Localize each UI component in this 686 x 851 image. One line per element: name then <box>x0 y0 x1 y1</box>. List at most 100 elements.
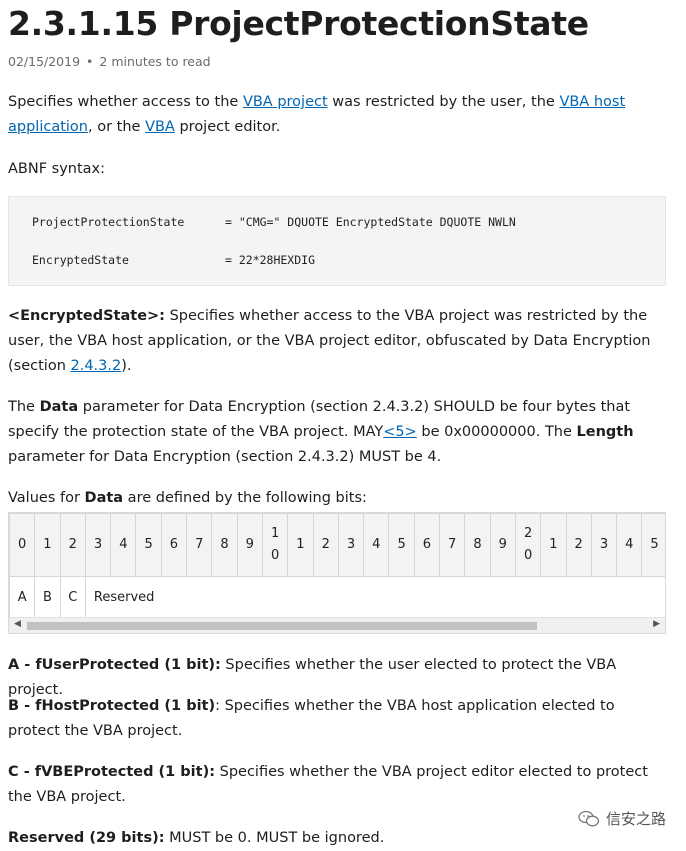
values-label: Values for Data are defined by the follo… <box>8 486 668 511</box>
definition-text: MUST be 0. MUST be ignored. <box>164 830 385 846</box>
page-title: 2.3.1.15 ProjectProtectionState <box>8 4 589 43</box>
scroll-left-arrow-icon[interactable]: ◀ <box>14 619 21 629</box>
bit-header-cell: 5 <box>641 513 665 577</box>
data-parameter-paragraph: The Data parameter for Data Encryption (… <box>8 395 668 470</box>
link-section-2-4-3-2[interactable]: 2.4.3.2 <box>71 358 122 374</box>
definition-term: B - fHostProtected (1 bit) <box>8 698 216 714</box>
article-date: 02/15/2019 <box>8 54 81 69</box>
meta-separator: • <box>86 54 94 69</box>
bit-header-cell: 1 <box>540 513 567 577</box>
values-label-text: are defined by the following bits: <box>123 490 367 506</box>
definition-term: A - fUserProtected (1 bit): <box>8 657 221 673</box>
scroll-right-arrow-icon[interactable]: ▶ <box>653 619 660 629</box>
bit-header-cell: 4 <box>616 513 643 577</box>
bit-number: 2 <box>68 537 77 552</box>
bit-header-cell: 1 <box>287 513 314 577</box>
bit-header-cell: 1 <box>34 513 61 577</box>
scrollbar-thumb[interactable] <box>27 622 537 630</box>
intro-text: , or the <box>87 119 146 135</box>
bit-number: 9 <box>245 537 254 552</box>
bit-header-cell: 3 <box>84 513 112 577</box>
bit-number: 9 <box>498 537 507 552</box>
bit-number: 2 <box>321 537 330 552</box>
code-line-2-name: EncryptedState <box>32 253 129 267</box>
bit-number: 2 <box>523 526 533 541</box>
bit-header-cell: 20 <box>514 513 542 577</box>
length-term: Length <box>576 424 634 440</box>
bit-header-cell: 0 <box>9 513 36 577</box>
intro-text: was restricted by the user, the <box>327 94 560 110</box>
bit-header-cell: 5 <box>135 513 162 577</box>
watermark: 信安之路 <box>578 808 666 829</box>
bit-number: 3 <box>346 537 356 552</box>
bit-number: 1 <box>43 537 52 552</box>
bit-header-cell: 4 <box>363 513 390 577</box>
bit-header-cell: 8 <box>211 513 238 577</box>
bit-header-cell: 6 <box>160 513 188 577</box>
definition-b: B - fHostProtected (1 bit): Specifies wh… <box>8 694 668 744</box>
definition-term: C - fVBEProtected (1 bit): <box>8 764 216 780</box>
bit-number: 6 <box>422 537 432 552</box>
bit-table-container[interactable]: 0123456789101234567892012345 A B C Reserved… <box>8 512 666 634</box>
bit-number: 1 <box>270 526 280 541</box>
code-line-1-name: ProjectProtectionState <box>32 215 185 229</box>
bit-number: 8 <box>473 537 482 552</box>
bit-number: 3 <box>93 537 103 552</box>
bit-number: 8 <box>220 537 229 552</box>
bit-header-cell: 5 <box>388 513 415 577</box>
bit-header-cell: 2 <box>565 513 592 577</box>
values-data-term: Data <box>84 490 124 506</box>
horizontal-scrollbar[interactable]: ◀ ▶ <box>9 617 665 633</box>
intro-paragraph: Specifies whether access to the VBA proj… <box>8 90 668 140</box>
bit-number: 0 <box>18 537 27 552</box>
intro-text: Specifies whether access to the <box>8 94 243 110</box>
data-term: Data <box>39 399 79 415</box>
bit-header-cell: 7 <box>439 513 466 577</box>
definition-c: C - fVBEProtected (1 bit): Specifies whe… <box>8 760 668 810</box>
code-line-2-rule: = 22*28HEXDIG <box>225 253 316 267</box>
encrypted-state-term: <EncryptedState>: <box>8 308 165 324</box>
bit-number: 1 <box>549 537 558 552</box>
footnote-link-5[interactable]: <5> <box>383 424 417 440</box>
bit-header-cell: 4 <box>110 513 137 577</box>
bit-number: 3 <box>599 537 609 552</box>
bit-header-cell: 9 <box>236 513 263 577</box>
bit-number: 4 <box>372 537 381 552</box>
bit-header-cell: 6 <box>413 513 441 577</box>
bit-field-a: A <box>9 576 36 618</box>
bit-number: 6 <box>169 537 179 552</box>
definition-reserved: Reserved (29 bits): MUST be 0. MUST be i… <box>8 826 668 851</box>
bit-table: 0123456789101234567892012345 A B C Reserved <box>9 513 665 618</box>
bit-header-cell: 2 <box>312 513 339 577</box>
link-vba[interactable]: VBA <box>145 119 175 135</box>
bit-header-cell: 7 <box>186 513 213 577</box>
link-vba-project[interactable]: VBA project <box>243 94 328 110</box>
bit-field-reserved: Reserved <box>84 576 665 618</box>
bit-number: 7 <box>448 537 457 552</box>
bit-header-cell: 2 <box>59 513 86 577</box>
bit-number: 1 <box>296 537 305 552</box>
bit-number: 5 <box>144 537 153 552</box>
intro-text: project editor. <box>174 119 281 135</box>
bit-field-c: C <box>59 576 86 618</box>
bit-number: 4 <box>625 537 634 552</box>
bit-header-cell: 10 <box>261 513 289 577</box>
bit-number: 7 <box>195 537 204 552</box>
wechat-icon <box>578 810 600 826</box>
bit-number: 0 <box>523 548 533 563</box>
bit-field-row: A B C Reserved <box>9 576 665 618</box>
bit-header-cell: 3 <box>337 513 365 577</box>
bit-number: 5 <box>650 537 659 552</box>
bit-header-cell: 8 <box>464 513 491 577</box>
bit-header-row: 0123456789101234567892012345 <box>9 513 665 577</box>
bit-field-b: B <box>34 576 61 618</box>
bit-number: 2 <box>574 537 583 552</box>
watermark-text: 信安之路 <box>605 810 666 828</box>
encrypted-state-text-end: ). <box>121 358 132 374</box>
bit-number: 0 <box>270 548 280 563</box>
read-time: 2 minutes to read <box>99 54 211 69</box>
abnf-code-block: ProjectProtectionState = "CMG=" DQUOTE E… <box>8 196 666 286</box>
bit-header-cell: 3 <box>590 513 618 577</box>
bit-number: 4 <box>119 537 128 552</box>
article-meta: 02/15/2019 • 2 minutes to read <box>8 54 211 69</box>
